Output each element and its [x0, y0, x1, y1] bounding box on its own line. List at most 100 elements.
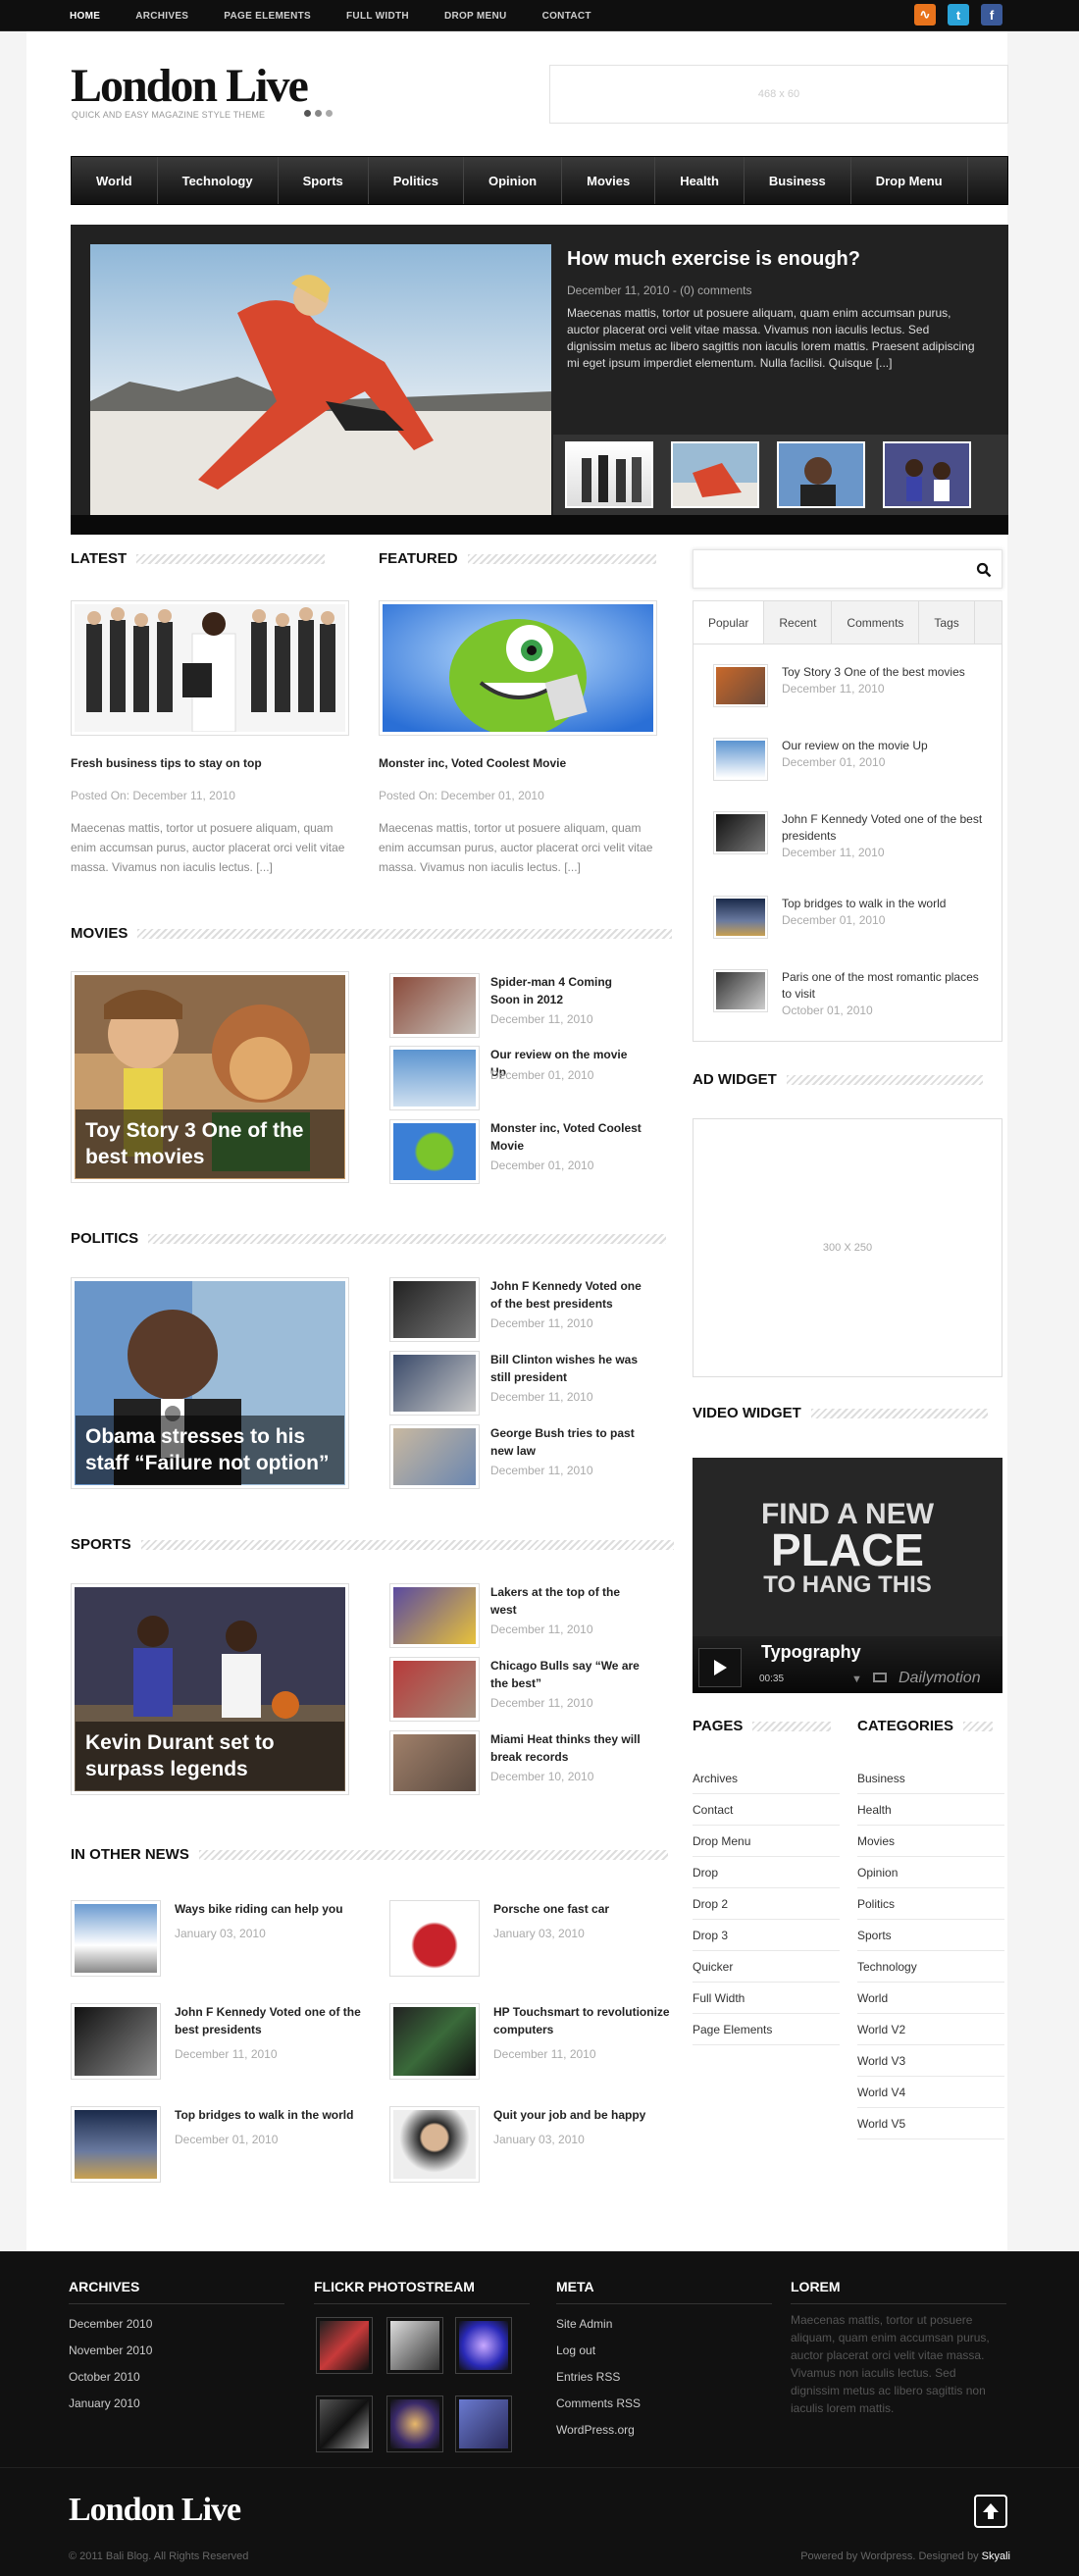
nav-drop-menu[interactable]: Drop Menu	[851, 157, 968, 204]
sports-thumb-2[interactable]	[389, 1657, 480, 1722]
topnav-page-elements[interactable]: PAGE ELEMENTS	[224, 11, 311, 22]
popular-item-2-title[interactable]: Our review on the movie Up	[782, 738, 988, 754]
movies-main-image[interactable]: Toy Story 3 One of the best movies	[71, 971, 349, 1183]
othernews-thumb-4[interactable]	[389, 2003, 480, 2080]
othernews-thumb-1[interactable]	[71, 1900, 161, 1977]
popular-item-4-title[interactable]: Top bridges to walk in the world	[782, 896, 988, 912]
flickr-photo-3[interactable]	[455, 2317, 512, 2374]
nav-opinion[interactable]: Opinion	[464, 157, 563, 204]
nav-sports[interactable]: Sports	[279, 157, 369, 204]
category-world-v2[interactable]: World V2	[857, 2014, 1004, 2045]
header-ad[interactable]: 468 x 60	[549, 65, 1008, 124]
othernews-item-1-title[interactable]: Ways bike riding can help you	[175, 1900, 361, 1918]
featured-image[interactable]	[379, 600, 657, 737]
slider-thumb-1[interactable]	[565, 441, 653, 508]
movies-main-caption[interactable]: Toy Story 3 One of the best movies	[76, 1109, 344, 1178]
meta-link-site-admin[interactable]: Site Admin	[556, 2317, 641, 2344]
tab-comments[interactable]: Comments	[832, 601, 920, 644]
othernews-thumb-2[interactable]	[389, 1900, 480, 1977]
popular-item-3-title[interactable]: John F Kennedy Voted one of the best pre…	[782, 811, 988, 845]
category-health[interactable]: Health	[857, 1794, 1004, 1826]
movies-thumb-2[interactable]	[389, 1046, 480, 1110]
page-link-contact[interactable]: Contact	[693, 1794, 840, 1826]
sports-thumb-3[interactable]	[389, 1730, 480, 1795]
sports-main-image[interactable]: Kevin Durant set to surpass legends	[71, 1583, 349, 1795]
featured-title[interactable]: Monster inc, Voted Coolest Movie	[379, 755, 657, 772]
category-business[interactable]: Business	[857, 1763, 1004, 1794]
popular-item-1-title[interactable]: Toy Story 3 One of the best movies	[782, 664, 988, 681]
footer-logo[interactable]: London Live	[69, 2492, 241, 2529]
page-link-drop[interactable]: Drop	[693, 1857, 840, 1888]
topnav-drop-menu[interactable]: DROP MENU	[444, 11, 507, 22]
play-icon[interactable]	[698, 1648, 742, 1687]
tab-tags[interactable]: Tags	[919, 601, 975, 644]
movies-item-3-title[interactable]: Monster inc, Voted Coolest Movie	[490, 1119, 642, 1155]
topnav-archives[interactable]: ARCHIVES	[135, 11, 188, 22]
archive-link-november-2010[interactable]: November 2010	[69, 2344, 152, 2370]
politics-item-3-title[interactable]: George Bush tries to past new law	[490, 1424, 642, 1460]
nav-business[interactable]: Business	[745, 157, 851, 204]
politics-main-caption[interactable]: Obama stresses to his staff “Failure not…	[76, 1416, 344, 1484]
category-opinion[interactable]: Opinion	[857, 1857, 1004, 1888]
category-world-v3[interactable]: World V3	[857, 2045, 1004, 2077]
back-to-top-icon[interactable]	[974, 2495, 1007, 2528]
fullscreen-icon[interactable]	[873, 1673, 887, 1682]
popular-thumb-2[interactable]	[713, 738, 768, 781]
movies-thumb-1[interactable]	[389, 973, 480, 1038]
flickr-photo-4[interactable]	[316, 2396, 373, 2452]
popular-thumb-4[interactable]	[713, 896, 768, 939]
search-box[interactable]	[693, 549, 1002, 589]
sports-main-caption[interactable]: Kevin Durant set to surpass legends	[76, 1722, 344, 1790]
tab-recent[interactable]: Recent	[764, 601, 833, 644]
popular-thumb-1[interactable]	[713, 664, 768, 707]
page-link-archives[interactable]: Archives	[693, 1763, 840, 1794]
archive-link-january-2010[interactable]: January 2010	[69, 2396, 152, 2423]
meta-link-entries-rss[interactable]: Entries RSS	[556, 2370, 641, 2396]
facebook-icon[interactable]: f	[981, 4, 1002, 26]
flickr-photo-2[interactable]	[386, 2317, 443, 2374]
meta-link-log-out[interactable]: Log out	[556, 2344, 641, 2370]
page-link-full-width[interactable]: Full Width	[693, 1983, 840, 2014]
page-link-quicker[interactable]: Quicker	[693, 1951, 840, 1983]
politics-item-2-title[interactable]: Bill Clinton wishes he was still preside…	[490, 1351, 642, 1386]
page-link-drop-menu[interactable]: Drop Menu	[693, 1826, 840, 1857]
othernews-item-3-title[interactable]: John F Kennedy Voted one of the best pre…	[175, 2003, 361, 2038]
slider-thumb-3[interactable]	[777, 441, 865, 508]
politics-thumb-1[interactable]	[389, 1277, 480, 1342]
tab-popular[interactable]: Popular	[694, 601, 765, 644]
slider-image[interactable]	[90, 244, 551, 515]
sports-item-2-title[interactable]: Chicago Bulls say “We are the best”	[490, 1657, 642, 1692]
slider-thumb-4[interactable]	[883, 441, 971, 508]
sidebar-ad[interactable]: 300 X 250	[693, 1118, 1002, 1377]
latest-title[interactable]: Fresh business tips to stay on top	[71, 755, 349, 772]
video-player[interactable]: FIND A NEW PLACE TO HANG THIS Typography…	[693, 1458, 1002, 1693]
category-world-v4[interactable]: World V4	[857, 2077, 1004, 2108]
othernews-thumb-6[interactable]	[389, 2106, 480, 2183]
politics-item-1-title[interactable]: John F Kennedy Voted one of the best pre…	[490, 1277, 642, 1313]
sports-item-1-title[interactable]: Lakers at the top of the west	[490, 1583, 642, 1619]
meta-link-comments-rss[interactable]: Comments RSS	[556, 2396, 641, 2423]
meta-link-wordpress[interactable]: WordPress.org	[556, 2423, 641, 2449]
politics-thumb-3[interactable]	[389, 1424, 480, 1489]
flickr-photo-1[interactable]	[316, 2317, 373, 2374]
sports-item-3-title[interactable]: Miami Heat thinks they will break record…	[490, 1730, 642, 1766]
rss-icon[interactable]: ∿	[914, 4, 936, 26]
othernews-item-6-title[interactable]: Quit your job and be happy	[493, 2106, 680, 2124]
category-world-v5[interactable]: World V5	[857, 2108, 1004, 2139]
othernews-thumb-3[interactable]	[71, 2003, 161, 2080]
politics-thumb-2[interactable]	[389, 1351, 480, 1416]
category-sports[interactable]: Sports	[857, 1920, 1004, 1951]
nav-politics[interactable]: Politics	[369, 157, 464, 204]
topnav-full-width[interactable]: FULL WIDTH	[346, 11, 409, 22]
archive-link-october-2010[interactable]: October 2010	[69, 2370, 152, 2396]
movies-item-1-title[interactable]: Spider-man 4 Coming Soon in 2012	[490, 973, 642, 1008]
page-link-drop-2[interactable]: Drop 2	[693, 1888, 840, 1920]
popular-item-5-title[interactable]: Paris one of the most romantic places to…	[782, 969, 988, 1003]
nav-technology[interactable]: Technology	[158, 157, 279, 204]
flickr-photo-6[interactable]	[455, 2396, 512, 2452]
archive-link-december-2010[interactable]: December 2010	[69, 2317, 152, 2344]
politics-main-image[interactable]: Obama stresses to his staff “Failure not…	[71, 1277, 349, 1489]
topnav-home[interactable]: HOME	[70, 11, 100, 22]
topnav-contact[interactable]: CONTACT	[542, 11, 591, 22]
nav-world[interactable]: World	[72, 157, 158, 204]
